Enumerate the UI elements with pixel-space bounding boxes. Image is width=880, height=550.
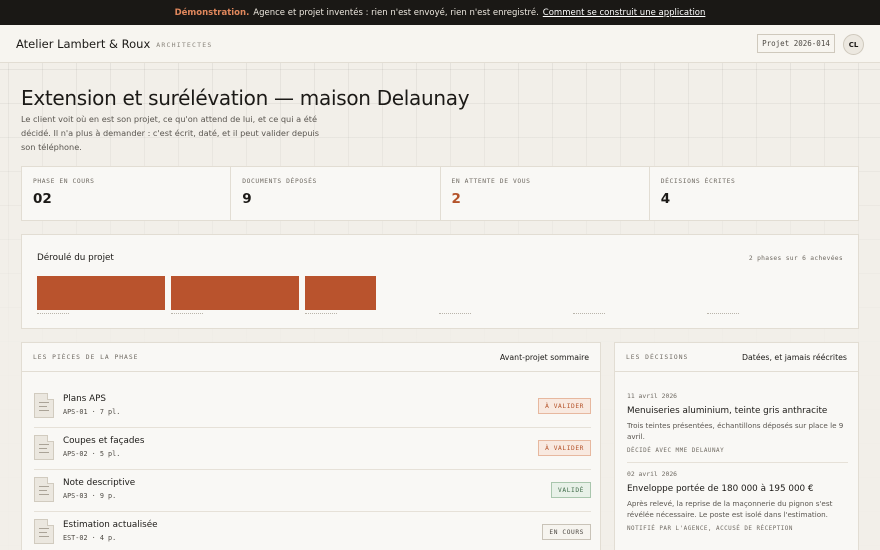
stat-value: 9 (242, 191, 252, 207)
stat-decisions: DÉCISIONS ÉCRITES 4 (650, 167, 858, 220)
document-name[interactable]: Plans APS (63, 394, 106, 404)
document-name[interactable]: Note descriptive (63, 478, 135, 488)
timeline-phase-tick (707, 313, 739, 316)
stats-strip: PHASE EN COURS 02 DOCUMENTS DÉPOSÉS 9 EN… (21, 166, 859, 221)
timeline-title: Déroulé du projet (37, 253, 114, 263)
stat-label: PHASE EN COURS (33, 178, 95, 185)
timeline-phase-tick (171, 313, 203, 316)
decision-item: 02 avril 2026 Enveloppe portée de 180 00… (627, 470, 848, 540)
stat-label: EN ATTENTE DE VOUS (451, 178, 531, 185)
decision-item: 11 avril 2026 Menuiseries aluminium, tei… (627, 392, 848, 463)
decision-title: Enveloppe portée de 180 000 à 195 000 € (627, 483, 814, 494)
page-lead: Le client voit où en est son projet, ce … (21, 114, 320, 152)
panel-caption: LES PIÈCES DE LA PHASE (33, 353, 139, 361)
document-list: Plans APS APS-01 · 7 pl. À VALIDER Coupe… (34, 386, 591, 550)
decision-footnote: NOTIFIÉ PAR L'AGENCE, ACCUSÉ DE RÉCEPTIO… (627, 525, 793, 532)
status-badge: EN COURS (542, 524, 591, 540)
demo-banner: Démonstration. Agence et projet inventés… (0, 0, 880, 25)
document-icon (34, 393, 54, 418)
document-icon (34, 435, 54, 460)
document-meta: APS-03 · 9 p. (63, 492, 117, 500)
phase-name: Avant-projet sommaire (499, 352, 589, 362)
panel-caption: LES DÉCISIONS (626, 353, 689, 361)
timeline-phase-bar (171, 276, 299, 310)
document-row[interactable]: Plans APS APS-01 · 7 pl. À VALIDER (34, 386, 591, 428)
top-bar: Atelier Lambert & Roux ARCHITECTES (0, 25, 880, 63)
timeline-phase[interactable] (707, 276, 835, 316)
timeline-summary: 2 phases sur 6 achevées (748, 255, 843, 262)
stat-label: DÉCISIONS ÉCRITES (660, 178, 736, 185)
panel-header: LES DÉCISIONS Datées, et jamais réécrite… (615, 343, 858, 372)
decisions-subtitle: Datées, et jamais réécrites (741, 352, 847, 362)
phase-documents-panel: LES PIÈCES DE LA PHASE Avant-projet somm… (21, 342, 601, 550)
decision-footnote: DÉCIDÉ AVEC MME DELAUNAY (627, 447, 725, 454)
brand-subtitle: ARCHITECTES (156, 40, 213, 49)
project-tag[interactable]: Projet 2026-014 (757, 34, 835, 53)
timeline-phase[interactable] (439, 276, 567, 316)
avatar[interactable]: CL (843, 34, 864, 55)
page-title: Extension et surélévation — maison Delau… (21, 86, 470, 110)
banner-highlight: Démonstration. (174, 7, 250, 18)
stat-phase: PHASE EN COURS 02 (22, 167, 232, 220)
document-icon (34, 519, 54, 544)
timeline-phase[interactable] (37, 276, 165, 316)
document-meta: EST-02 · 4 p. (63, 534, 117, 542)
validate-badge[interactable]: À VALIDER (538, 440, 591, 456)
timeline-phase-tick (439, 313, 471, 316)
timeline-phase-tick (573, 313, 605, 316)
decision-list: 11 avril 2026 Menuiseries aluminium, tei… (627, 386, 848, 547)
document-name[interactable]: Coupes et façades (63, 436, 144, 446)
banner-link[interactable]: Comment se construit une application (543, 8, 706, 18)
status-badge: VALIDÉ (551, 482, 591, 498)
timeline-phase[interactable] (305, 276, 433, 316)
brand-name[interactable]: Atelier Lambert & Roux (16, 37, 150, 51)
panel-header: LES PIÈCES DE LA PHASE Avant-projet somm… (22, 343, 600, 372)
stat-value: 4 (660, 191, 671, 207)
stat-pending[interactable]: EN ATTENTE DE VOUS 2 (441, 167, 650, 220)
document-icon (34, 477, 54, 502)
document-name[interactable]: Estimation actualisée (63, 520, 158, 530)
timeline-phase[interactable] (573, 276, 701, 316)
stat-value: 02 (33, 191, 52, 207)
timeline-phase-tick (305, 313, 337, 316)
timeline-phase-bar (37, 276, 165, 310)
decision-date: 11 avril 2026 (627, 392, 678, 400)
decision-date: 02 avril 2026 (627, 469, 678, 478)
timeline-phase[interactable] (171, 276, 299, 316)
timeline-phase-bar (305, 276, 376, 310)
decision-text: Trois teintes présentées, échantillons d… (627, 421, 844, 442)
decisions-panel: LES DÉCISIONS Datées, et jamais réécrite… (614, 342, 859, 550)
document-row[interactable]: Coupes et façades APS-02 · 5 pl. À VALID… (34, 428, 591, 470)
stat-value: 2 (451, 191, 461, 207)
document-row[interactable]: Estimation actualisée EST-02 · 4 p. EN C… (34, 512, 591, 550)
banner-text: Agence et projet inventés : rien n'est e… (253, 7, 539, 18)
timeline-phases (37, 276, 842, 316)
document-row[interactable]: Note descriptive APS-03 · 9 p. VALIDÉ (34, 470, 591, 512)
document-meta: APS-02 · 5 pl. (63, 450, 121, 458)
validate-badge[interactable]: À VALIDER (538, 398, 591, 414)
timeline-phase-tick (37, 313, 69, 316)
project-timeline: Déroulé du projet 2 phases sur 6 achevée… (21, 234, 859, 329)
stat-label: DOCUMENTS DÉPOSÉS (242, 178, 317, 185)
stat-documents: DOCUMENTS DÉPOSÉS 9 (231, 167, 441, 220)
decision-title: Menuiseries aluminium, teinte gris anthr… (627, 406, 828, 416)
decision-text: Après relevé, la reprise de la maçonneri… (627, 498, 833, 520)
document-meta: APS-01 · 7 pl. (63, 408, 121, 416)
